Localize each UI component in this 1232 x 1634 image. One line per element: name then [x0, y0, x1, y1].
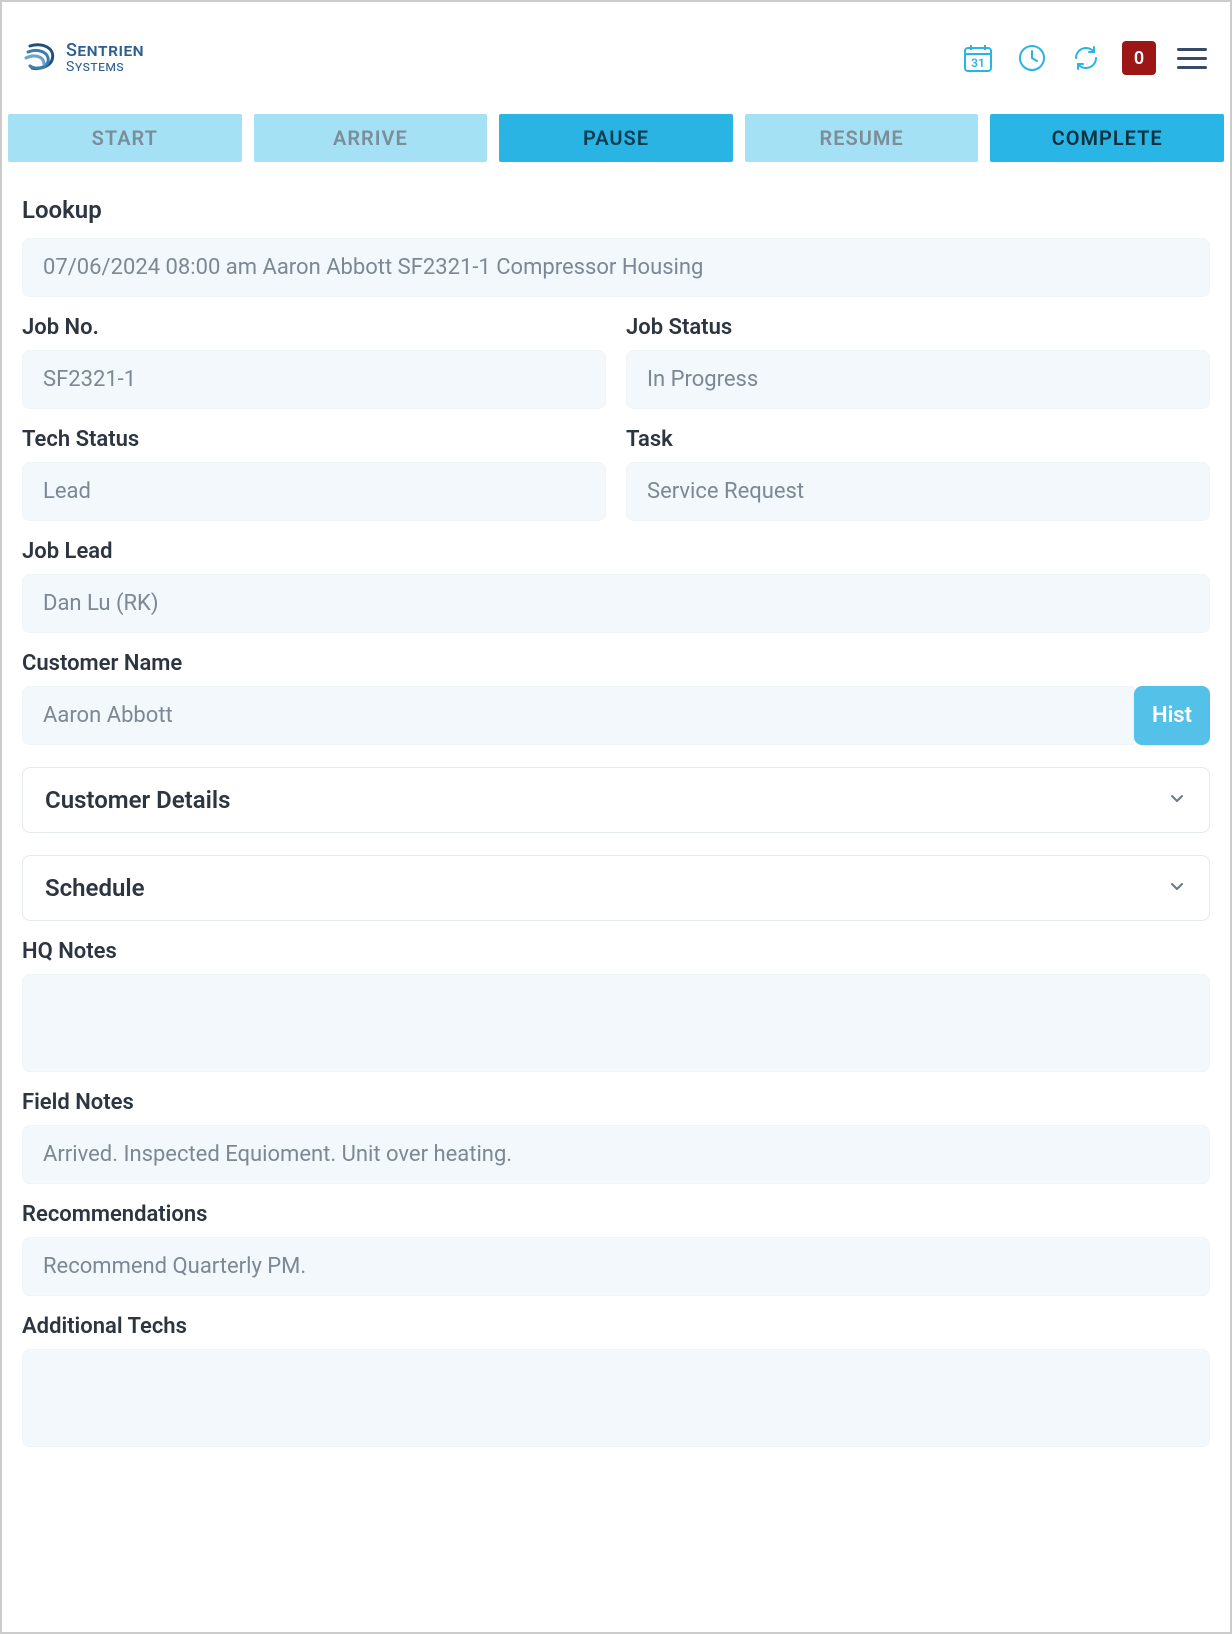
notification-badge[interactable]: 0 [1122, 41, 1156, 75]
field-notes-label: Field Notes [22, 1090, 1210, 1115]
tab-pause[interactable]: PAUSE [499, 114, 733, 162]
header-icon-group: 31 0 [960, 40, 1210, 76]
svg-text:31: 31 [971, 56, 985, 70]
job-no-label: Job No. [22, 315, 606, 340]
tab-start[interactable]: START [8, 114, 242, 162]
schedule-accordion[interactable]: Schedule [22, 855, 1210, 921]
tab-complete[interactable]: COMPLETE [990, 114, 1224, 162]
job-lead-input[interactable]: Dan Lu (RK) [22, 574, 1210, 633]
tab-arrive[interactable]: ARRIVE [254, 114, 488, 162]
additional-techs-label: Additional Techs [22, 1314, 1210, 1339]
customer-name-input[interactable]: Aaron Abbott [22, 686, 1134, 745]
logo-text: Sentrien Systems [66, 42, 144, 74]
lookup-label: Lookup [22, 196, 1210, 224]
status-tabs: START ARRIVE PAUSE RESUME COMPLETE [2, 114, 1230, 172]
schedule-title: Schedule [45, 874, 145, 902]
task-input[interactable]: Service Request [626, 462, 1210, 521]
chevron-down-icon [1167, 876, 1187, 900]
tab-resume[interactable]: RESUME [745, 114, 979, 162]
chevron-down-icon [1167, 788, 1187, 812]
clock-icon[interactable] [1014, 40, 1050, 76]
task-label: Task [626, 427, 1210, 452]
lookup-input[interactable]: 07/06/2024 08:00 am Aaron Abbott SF2321-… [22, 238, 1210, 297]
customer-details-accordion[interactable]: Customer Details [22, 767, 1210, 833]
job-no-input[interactable]: SF2321-1 [22, 350, 606, 409]
tech-status-input[interactable]: Lead [22, 462, 606, 521]
form-content: Lookup 07/06/2024 08:00 am Aaron Abbott … [2, 172, 1230, 1453]
field-notes-input[interactable]: Arrived. Inspected Equioment. Unit over … [22, 1125, 1210, 1184]
hq-notes-label: HQ Notes [22, 939, 1210, 964]
hist-button[interactable]: Hist [1134, 686, 1210, 745]
tech-status-label: Tech Status [22, 427, 606, 452]
hamburger-menu-icon[interactable] [1174, 40, 1210, 76]
customer-name-label: Customer Name [22, 651, 1210, 676]
hq-notes-input[interactable] [22, 974, 1210, 1072]
additional-techs-input[interactable] [22, 1349, 1210, 1447]
app-header: Sentrien Systems 31 [2, 2, 1230, 114]
job-status-input[interactable]: In Progress [626, 350, 1210, 409]
logo: Sentrien Systems [22, 40, 144, 76]
customer-details-title: Customer Details [45, 786, 230, 814]
recommendations-label: Recommendations [22, 1202, 1210, 1227]
calendar-icon[interactable]: 31 [960, 40, 996, 76]
logo-swirl-icon [22, 40, 58, 76]
logo-name-top: Sentrien [66, 42, 144, 60]
recommendations-input[interactable]: Recommend Quarterly PM. [22, 1237, 1210, 1296]
sync-icon[interactable] [1068, 40, 1104, 76]
job-status-label: Job Status [626, 315, 1210, 340]
logo-name-bottom: Systems [66, 60, 144, 74]
job-lead-label: Job Lead [22, 539, 1210, 564]
